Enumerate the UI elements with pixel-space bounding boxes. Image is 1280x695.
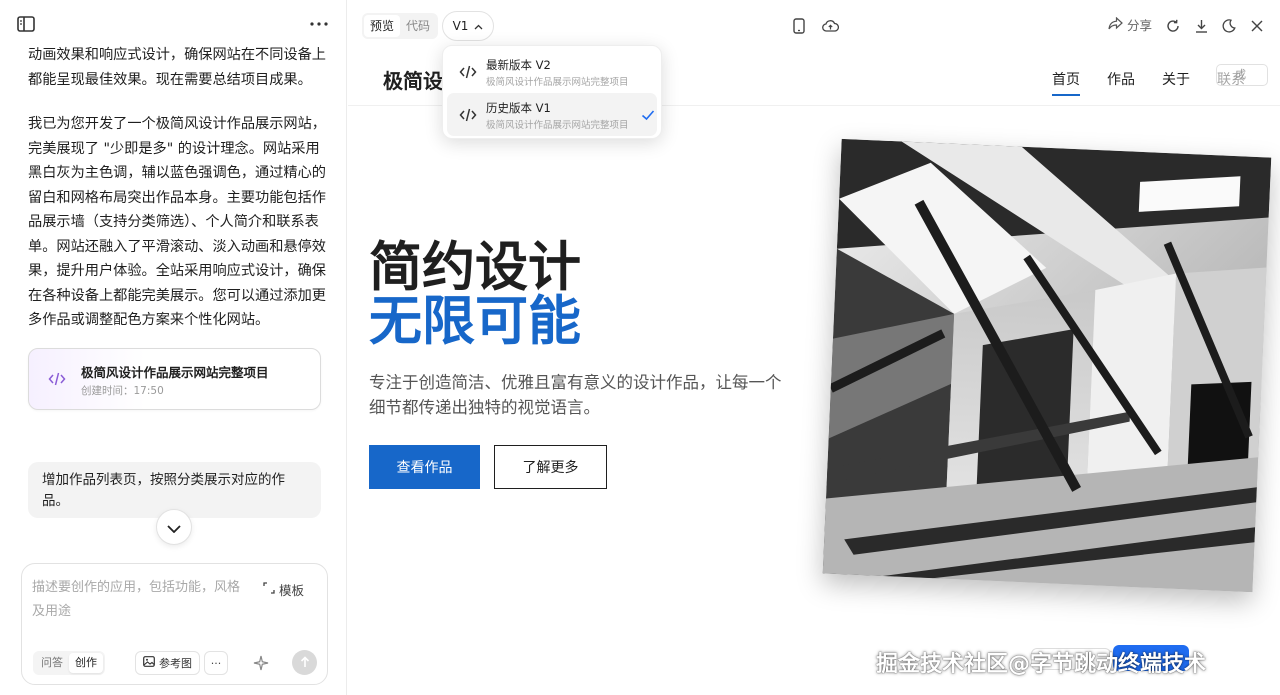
more-options-icon[interactable] (306, 12, 332, 36)
hero-subtitle: 专注于创造简洁、优雅且富有意义的设计作品，让每一个细节都传递出独特的视觉语言。 (369, 373, 782, 417)
send-button[interactable] (292, 650, 317, 675)
reference-image-label: 参考图 (159, 657, 192, 670)
chat-panel: 动画效果和响应式设计，确保网站在不同设备上都能呈现最佳效果。现在需要总结项目成果… (0, 0, 347, 695)
mode-option-qa[interactable]: 问答 (35, 653, 69, 673)
learn-more-button[interactable]: 了解更多 (494, 445, 607, 489)
sparkle-icon[interactable] (250, 652, 272, 674)
version-option-v2[interactable]: 最新版本 V2 极简风设计作品展示网站完整项目 (447, 50, 657, 93)
scroll-down-button[interactable] (156, 509, 192, 545)
message-composer: 模板 问答 创作 参考图 ··· (21, 563, 328, 685)
sidebar-toggle-icon[interactable] (14, 12, 38, 36)
share-button[interactable]: 分享 (1108, 15, 1152, 34)
mode-toggle: 问答 创作 (33, 651, 105, 675)
project-card-title: 极简风设计作品展示网站完整项目 (81, 365, 269, 380)
nav-link-about[interactable]: 关于 (1162, 69, 1190, 96)
view-toggle: 预览 代码 (362, 13, 439, 39)
site-logo[interactable]: 极简设 (383, 65, 443, 94)
chat-header (0, 0, 347, 46)
version-label: V1 (452, 19, 469, 33)
hero-title-line-2: 无限可能 (369, 291, 581, 352)
template-label: 模板 (279, 583, 305, 598)
tab-code[interactable]: 代码 (400, 15, 436, 37)
refresh-icon[interactable] (1163, 16, 1183, 36)
composer-more-button[interactable]: ··· (204, 651, 228, 675)
chevron-down-icon (167, 518, 181, 537)
website-preview-frame: 极简设 首页 作品 关于 联系 成 简约设计 无限可能 专注于创造简洁、优雅且富… (348, 52, 1280, 695)
nav-link-home[interactable]: 首页 (1052, 69, 1080, 96)
version-dropdown: 最新版本 V2 极简风设计作品展示网站完整项目 历史版本 V1 极简风设计作品展… (442, 45, 662, 139)
code-icon (48, 370, 66, 388)
reference-image-button[interactable]: 参考图 (135, 651, 200, 675)
version-option-desc: 极简风设计作品展示网站完整项目 (486, 77, 629, 88)
view-works-button[interactable]: 查看作品 (369, 445, 480, 489)
hero-title-line-1: 简约设计 (369, 237, 581, 298)
expand-icon (263, 582, 275, 597)
arrow-up-icon (300, 653, 310, 672)
assistant-message-1: 动画效果和响应式设计，确保网站在不同设备上都能呈现最佳效果。现在需要总结项目成果… (28, 47, 326, 88)
project-card-time: 创建时间：17:50 (81, 385, 164, 397)
version-option-v1[interactable]: 历史版本 V1 极简风设计作品展示网站完整项目 (447, 93, 657, 136)
mobile-icon[interactable] (789, 16, 809, 36)
generated-badge: 成 (1216, 64, 1268, 86)
assistant-message-2: 我已为您开发了一个极简风设计作品展示网站，完美展现了 "少即是多" 的设计理念。… (28, 116, 326, 328)
mode-option-create[interactable]: 创作 (69, 653, 103, 673)
version-selector[interactable]: V1 (442, 11, 494, 41)
download-icon[interactable] (1191, 16, 1211, 36)
image-icon (143, 656, 155, 670)
check-icon (640, 107, 656, 123)
hero-architecture-image (822, 138, 1272, 593)
nav-link-works[interactable]: 作品 (1107, 69, 1135, 96)
version-option-title: 历史版本 V1 (486, 101, 551, 115)
code-icon (459, 106, 477, 124)
version-option-title: 最新版本 V2 (486, 58, 551, 72)
dark-mode-icon[interactable] (1219, 16, 1239, 36)
share-label: 分享 (1127, 18, 1153, 33)
watermark-text: 掘金技术社区@字节跳动终端技术 (876, 652, 1207, 677)
template-button[interactable]: 模板 (263, 580, 304, 599)
close-icon[interactable] (1247, 16, 1267, 36)
version-option-desc: 极简风设计作品展示网站完整项目 (486, 120, 629, 131)
chevron-up-icon (474, 19, 483, 33)
code-icon (459, 63, 477, 81)
tab-preview[interactable]: 预览 (364, 15, 401, 37)
prompt-input[interactable] (32, 576, 252, 626)
project-card[interactable]: 极简风设计作品展示网站完整项目 创建时间：17:50 (28, 348, 321, 410)
share-icon (1108, 16, 1123, 33)
cloud-icon[interactable] (820, 16, 840, 36)
